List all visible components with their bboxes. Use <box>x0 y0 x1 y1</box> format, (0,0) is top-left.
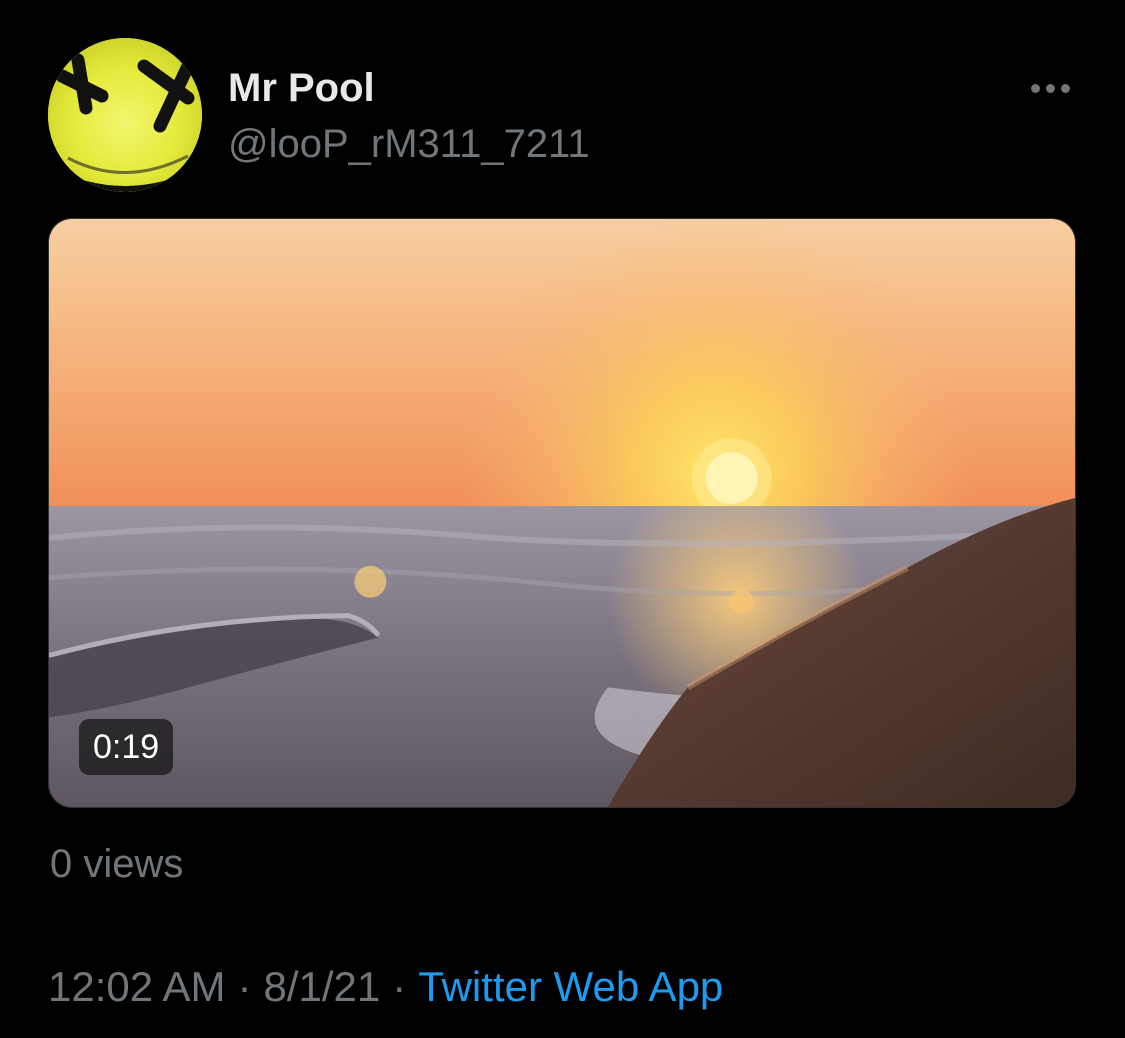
tweet: Mr Pool @looP_rM311_7211 0:19 0 views 12… <box>0 0 1125 1038</box>
meta-separator: · <box>392 963 407 1010</box>
more-horizontal-icon <box>1028 83 1073 93</box>
tweet-date[interactable]: 8/1/21 <box>263 963 380 1010</box>
video-player[interactable]: 0:19 <box>48 218 1076 808</box>
view-count: 0 views <box>50 842 184 886</box>
tweet-time[interactable]: 12:02 AM <box>48 963 225 1010</box>
deadpool-face-icon <box>48 38 202 192</box>
video-thumbnail <box>49 219 1075 807</box>
avatar[interactable] <box>48 38 202 192</box>
tweet-meta: 12:02 AM · 8/1/21 · Twitter Web App <box>48 962 723 1012</box>
tweet-source-link[interactable]: Twitter Web App <box>418 963 723 1010</box>
video-duration-badge: 0:19 <box>79 719 174 775</box>
display-name[interactable]: Mr Pool <box>228 64 375 112</box>
more-options-button[interactable] <box>1024 70 1076 106</box>
user-handle[interactable]: @looP_rM311_7211 <box>228 120 590 168</box>
meta-separator: · <box>237 963 252 1010</box>
